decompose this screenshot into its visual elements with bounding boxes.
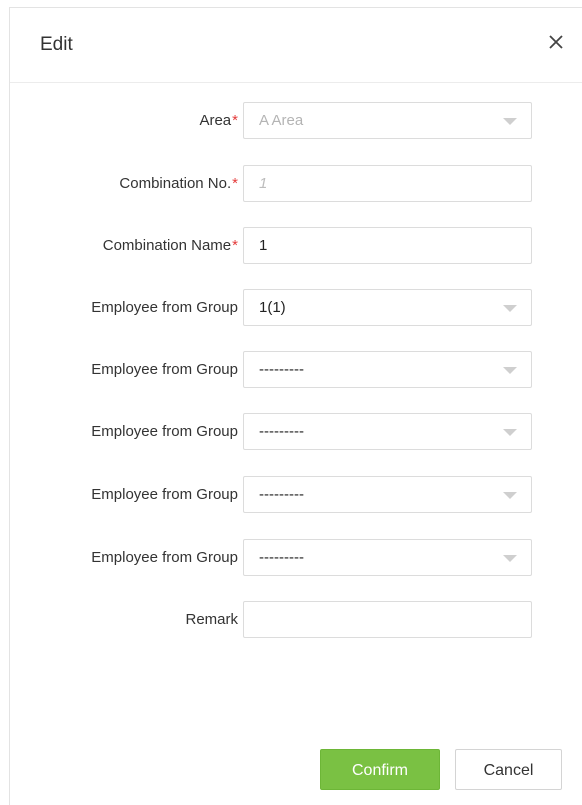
group-row-3: Employee from Group ---------: [10, 413, 582, 450]
group-label: Employee from Group: [91, 549, 238, 566]
group-select-4[interactable]: ---------: [243, 476, 532, 513]
chevron-down-icon: [503, 555, 517, 562]
group-label: Employee from Group: [91, 423, 238, 440]
group-row-1: Employee from Group 1(1): [10, 289, 582, 326]
group-row-2: Employee from Group ---------: [10, 351, 582, 388]
group-label: Employee from Group: [91, 486, 238, 503]
group-select-value: ---------: [259, 486, 304, 503]
group-select-value: ---------: [259, 423, 304, 440]
chevron-down-icon: [503, 367, 517, 374]
group-select-3[interactable]: ---------: [243, 413, 532, 450]
chevron-down-icon: [503, 305, 517, 312]
area-select-value: A Area: [259, 112, 304, 129]
group-select-value: ---------: [259, 549, 304, 566]
combination-no-row: Combination No.* 1: [10, 165, 582, 202]
combination-name-label: Combination Name*: [102, 237, 238, 254]
group-select-5[interactable]: ---------: [243, 539, 532, 576]
group-select-1[interactable]: 1(1): [243, 289, 532, 326]
group-select-2[interactable]: ---------: [243, 351, 532, 388]
chevron-down-icon: [503, 429, 517, 436]
chevron-down-icon: [503, 118, 517, 125]
remark-field[interactable]: [243, 601, 532, 638]
remark-row: Remark: [10, 601, 582, 638]
close-button[interactable]: [544, 30, 568, 54]
combination-no-label: Combination No.*: [119, 175, 238, 192]
area-select[interactable]: A Area: [243, 102, 532, 139]
group-label: Employee from Group: [91, 361, 238, 378]
group-select-value: ---------: [259, 361, 304, 378]
cancel-button[interactable]: Cancel: [455, 749, 562, 790]
group-select-value: 1(1): [259, 299, 286, 316]
group-row-5: Employee from Group ---------: [10, 539, 582, 576]
group-row-4: Employee from Group ---------: [10, 476, 582, 513]
combination-name-row: Combination Name* 1: [10, 227, 582, 264]
dialog-title: Edit: [40, 34, 73, 55]
edit-dialog: Edit Area* A Area Combination No.* 1 Com…: [9, 7, 582, 805]
group-label: Employee from Group: [91, 299, 238, 316]
area-label: Area*: [199, 112, 238, 129]
remark-label: Remark: [185, 611, 238, 628]
combination-name-field[interactable]: 1: [243, 227, 532, 264]
close-icon: [549, 35, 563, 49]
confirm-button[interactable]: Confirm: [320, 749, 440, 790]
combination-no-field[interactable]: 1: [243, 165, 532, 202]
area-row: Area* A Area: [10, 102, 582, 139]
dialog-header: Edit: [10, 8, 582, 83]
chevron-down-icon: [503, 492, 517, 499]
